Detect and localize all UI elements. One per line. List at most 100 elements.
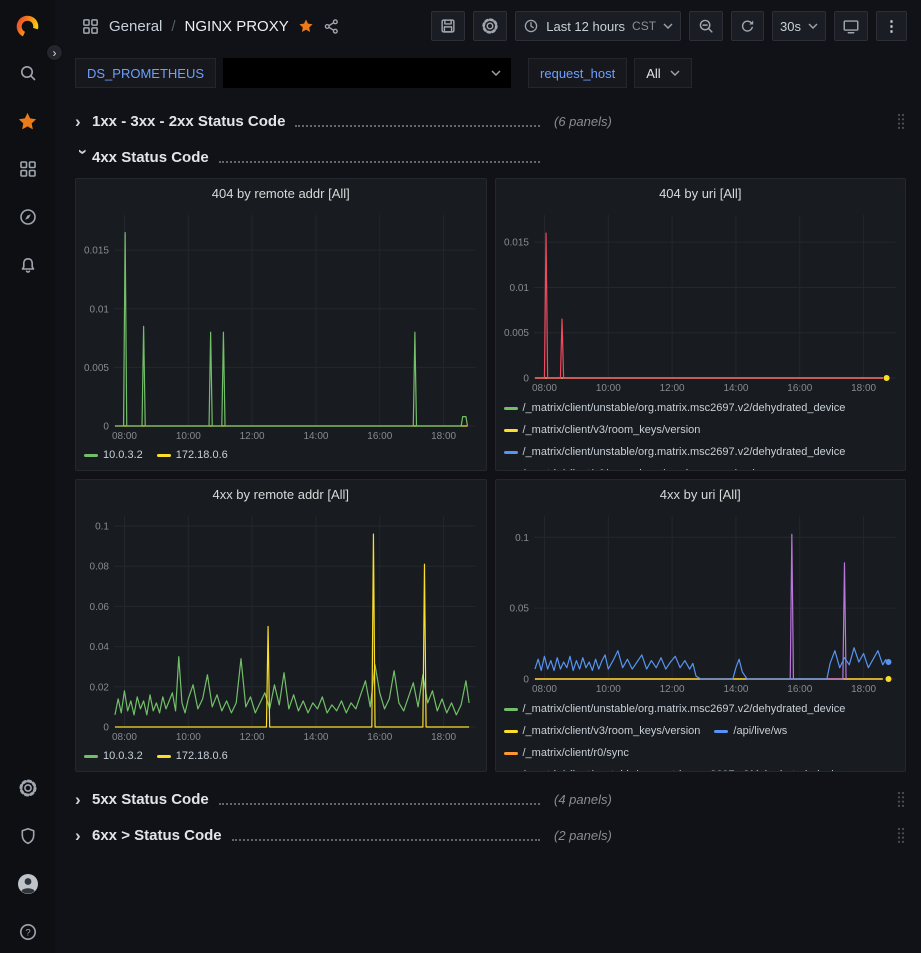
time-range-picker[interactable]: Last 12 hours CST (515, 11, 681, 41)
row-panel-count: (6 panels) (554, 114, 612, 129)
legend-item[interactable]: /_matrix/client/unstable/org.matrix.msc2… (504, 397, 846, 419)
timeseries-chart[interactable]: 00.0050.010.01508:0010:0012:0014:0016:00… (496, 207, 906, 396)
timeseries-chart[interactable]: 00.0050.010.01508:0010:0012:0014:0016:00… (76, 207, 486, 444)
datasource-variable-value[interactable] (223, 58, 511, 88)
row-title: 6xx > Status Code (92, 827, 222, 844)
sidebar-item-explore[interactable] (10, 204, 46, 230)
clock-icon (523, 18, 539, 34)
drag-handle-icon[interactable] (896, 790, 906, 808)
sidebar-item-alerting[interactable] (10, 252, 46, 278)
panel-title[interactable]: 4xx by uri [All] (496, 480, 906, 508)
search-icon (18, 63, 38, 83)
question-circle-icon: ? (18, 922, 38, 942)
legend-item[interactable]: /_matrix/client/r0/sync (504, 742, 629, 764)
svg-text:14:00: 14:00 (303, 732, 328, 743)
svg-text:0.1: 0.1 (95, 522, 109, 533)
dashboard-settings-button[interactable] (473, 11, 507, 41)
breadcrumb-section[interactable]: General (109, 18, 162, 35)
kebab-icon: ⋮ (884, 17, 899, 35)
variables-bar: DS_PROMETHEUS request_host All (55, 52, 921, 98)
sidebar-item-profile[interactable] (10, 871, 46, 897)
svg-text:0: 0 (523, 373, 529, 384)
sidebar-item-starred[interactable] (10, 108, 46, 134)
datasource-variable-label[interactable]: DS_PROMETHEUS (75, 58, 216, 88)
chevron-down-icon (663, 23, 673, 29)
grafana-logo[interactable] (10, 12, 46, 38)
star-filled-icon[interactable] (298, 18, 314, 34)
refresh-interval-label: 30s (780, 19, 801, 34)
grafana-app: { "palette": { "green": "#73bf69", "yell… (0, 0, 921, 953)
legend-item[interactable]: /_matrix/client/v3/room_keys/version (504, 463, 701, 470)
row-1xx-3xx-2xx-status-code[interactable]: › 1xx - 3xx - 2xx Status Code (6 panels) (75, 106, 906, 136)
sidebar-item-configuration[interactable] (10, 775, 46, 801)
svg-text:0: 0 (103, 421, 109, 432)
legend-series-marker (714, 730, 728, 733)
row-title-group: 5xx Status Code (92, 791, 550, 808)
refresh-button[interactable] (731, 11, 764, 41)
dotted-leader (219, 803, 540, 805)
more-options-button[interactable]: ⋮ (876, 11, 907, 41)
chevron-down-icon (670, 70, 680, 76)
chevron-down-icon (491, 70, 501, 76)
row-title: 5xx Status Code (92, 791, 209, 808)
legend-item[interactable]: /_matrix/client/unstable/org.matrix.msc2… (504, 764, 846, 771)
shield-icon (18, 826, 38, 846)
zoom-out-time-button[interactable] (689, 11, 723, 41)
sidebar-item-search[interactable] (10, 60, 46, 86)
legend-item[interactable]: /_matrix/client/unstable/org.matrix.msc2… (504, 698, 846, 720)
sidebar-item-server-admin[interactable] (10, 823, 46, 849)
chevron-right-icon: › (75, 827, 92, 844)
svg-text:12:00: 12:00 (659, 383, 684, 394)
svg-text:0.01: 0.01 (509, 283, 529, 294)
row-4xx-status-code[interactable]: › 4xx Status Code (75, 142, 906, 172)
chevron-down-icon (808, 23, 818, 29)
svg-text:0.015: 0.015 (84, 246, 109, 257)
dashboards-grid-icon (18, 159, 38, 179)
dashboard-header: General / NGINX PROXY (55, 0, 921, 52)
request-host-variable-value[interactable]: All (634, 58, 691, 88)
sidebar-item-dashboards[interactable] (10, 156, 46, 182)
save-dashboard-button[interactable] (431, 11, 465, 41)
svg-text:0.04: 0.04 (90, 642, 110, 653)
sidebar-expand-button[interactable]: › (46, 44, 63, 61)
row-6xx-status-code[interactable]: › 6xx > Status Code (2 panels) (75, 820, 906, 850)
share-icon[interactable] (323, 18, 340, 35)
tv-mode-button[interactable] (834, 11, 868, 41)
svg-text:14:00: 14:00 (723, 684, 748, 695)
legend-item[interactable]: /api/live/ws (714, 720, 787, 742)
drag-handle-icon[interactable] (896, 826, 906, 844)
legend-item[interactable]: /_matrix/client/unstable/org.matrix.msc2… (504, 441, 846, 463)
panel-title[interactable]: 404 by remote addr [All] (76, 179, 486, 207)
legend-item[interactable]: /_matrix/client/v3/room_keys/version (504, 419, 701, 441)
legend-item[interactable]: 10.0.3.2 (84, 746, 143, 766)
dashboard-title[interactable]: NGINX PROXY (185, 18, 289, 35)
svg-text:16:00: 16:00 (787, 684, 812, 695)
legend-item[interactable]: 172.18.0.6 (157, 445, 228, 465)
legend-item[interactable]: /sw.js (714, 463, 760, 470)
chart-legend: /_matrix/client/unstable/org.matrix.msc2… (496, 697, 906, 771)
legend-item[interactable]: /_matrix/client/v3/room_keys/version (504, 720, 701, 742)
gear-icon (18, 778, 38, 798)
panel-title[interactable]: 404 by uri [All] (496, 179, 906, 207)
row-panel-count: (4 panels) (554, 792, 612, 807)
monitor-icon (842, 17, 860, 35)
row-5xx-status-code[interactable]: › 5xx Status Code (4 panels) (75, 784, 906, 814)
svg-text:0.02: 0.02 (90, 682, 110, 693)
svg-text:0.08: 0.08 (90, 562, 110, 573)
timeseries-chart[interactable]: 00.020.040.060.080.108:0010:0012:0014:00… (76, 508, 486, 745)
sidebar-item-help[interactable]: ? (10, 919, 46, 945)
panel-title[interactable]: 4xx by remote addr [All] (76, 480, 486, 508)
chevron-right-icon: › (75, 791, 92, 808)
legend-series-marker (84, 755, 98, 758)
request-host-variable-label[interactable]: request_host (528, 58, 627, 88)
panel-4xx-by-remote-addr: 4xx by remote addr [All] 00.020.040.060.… (75, 479, 487, 772)
legend-item[interactable]: 172.18.0.6 (157, 746, 228, 766)
legend-series-marker (504, 429, 518, 432)
chart-legend: 10.0.3.2 172.18.0.6 (76, 745, 486, 771)
timeseries-chart[interactable]: 00.050.108:0010:0012:0014:0016:0018:00 (496, 508, 906, 697)
svg-text:10:00: 10:00 (176, 732, 201, 743)
panel-grid: 404 by remote addr [All] 00.0050.010.015… (75, 178, 906, 772)
legend-item[interactable]: 10.0.3.2 (84, 445, 143, 465)
refresh-interval-picker[interactable]: 30s (772, 11, 826, 41)
drag-handle-icon[interactable] (896, 112, 906, 130)
